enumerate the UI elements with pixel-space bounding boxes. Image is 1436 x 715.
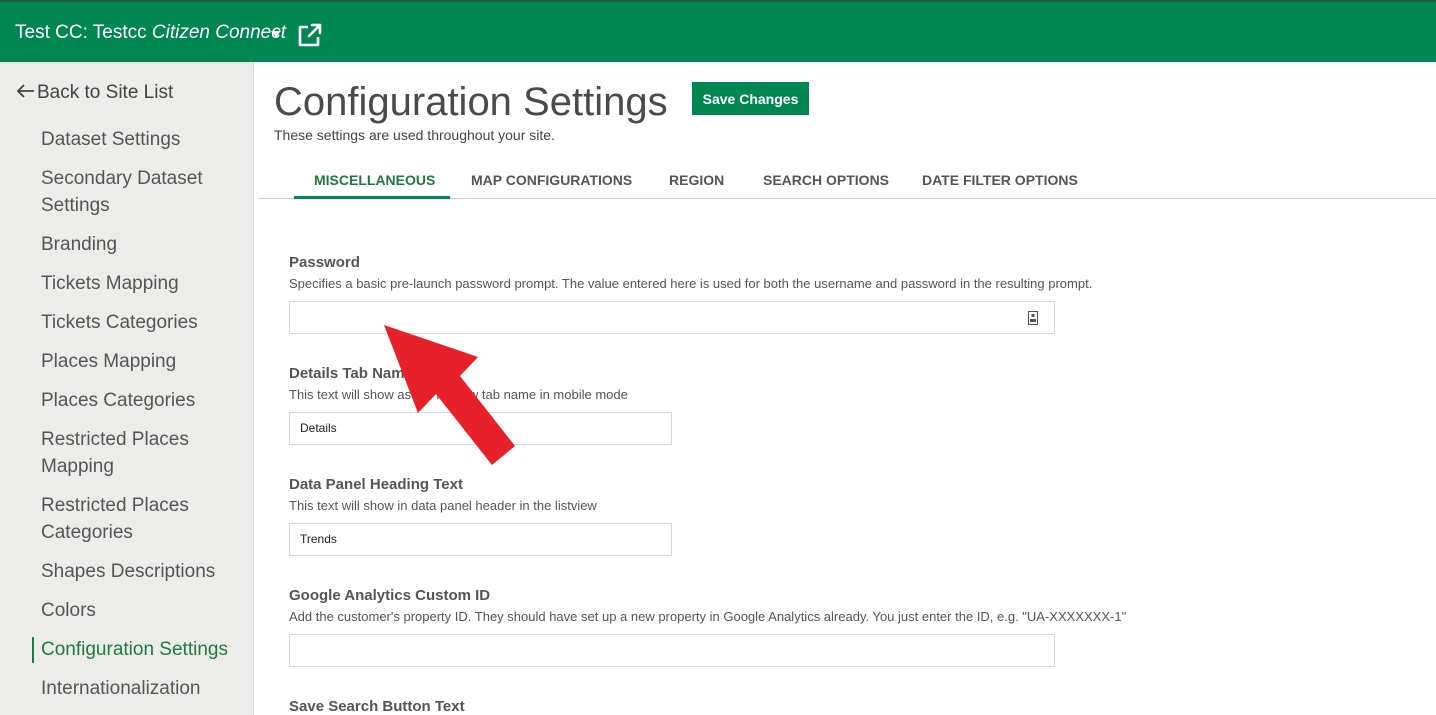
data-panel-heading-field[interactable]: Trends (289, 523, 672, 556)
sidebar-item-restricted-places-mapping[interactable]: Restricted Places Mapping (41, 426, 241, 480)
page-subtitle: These settings are used throughout your … (274, 127, 555, 143)
tab-map-configurations[interactable]: MAP CONFIGURATIONS (471, 172, 632, 188)
password-manager-icon[interactable] (1028, 311, 1038, 325)
sidebar-item-restricted-places-categories[interactable]: Restricted Places Categories (41, 492, 241, 546)
site-name: Citizen Connect (151, 22, 287, 43)
password-help: Specifies a basic pre-launch password pr… (289, 276, 1093, 291)
sidebar-item-places-categories[interactable]: Places Categories (41, 387, 241, 414)
main-content: Configuration Settings Save Changes Thes… (254, 62, 1436, 715)
sidebar-item-places-mapping[interactable]: Places Mapping (41, 348, 241, 375)
sidebar-item-colors[interactable]: Colors (41, 597, 241, 624)
sidebar-item-internationalization[interactable]: Internationalization (41, 675, 241, 702)
password-label: Password (289, 254, 360, 271)
tab-miscellaneous[interactable]: MISCELLANEOUS (314, 172, 435, 188)
save-search-button-text-label: Save Search Button Text (289, 698, 465, 715)
arrow-left-icon (16, 82, 37, 104)
sidebar-item-shapes-descriptions[interactable]: Shapes Descriptions (41, 558, 241, 585)
page-title: Configuration Settings (274, 80, 668, 124)
details-tab-field[interactable]: Details (289, 412, 672, 445)
back-to-site-list-link[interactable]: Back to Site List (16, 82, 174, 104)
active-indicator (32, 637, 34, 663)
google-analytics-field[interactable] (289, 634, 1055, 667)
caret-down-icon[interactable] (271, 31, 281, 37)
site-prefix: Test CC: Testcc (15, 22, 152, 43)
sidebar-item-tickets-categories[interactable]: Tickets Categories (41, 309, 241, 336)
details-tab-label: Details Tab Name (289, 365, 413, 382)
sidebar: Back to Site List Dataset Settings Secon… (0, 62, 254, 715)
google-analytics-label: Google Analytics Custom ID (289, 587, 491, 604)
sidebar-item-dataset-settings[interactable]: Dataset Settings (41, 126, 241, 153)
external-link-icon[interactable] (295, 22, 323, 50)
top-bar: Test CC: Testcc Citizen Connect (0, 0, 1436, 62)
active-tab-underline (294, 196, 450, 199)
sidebar-item-branding[interactable]: Branding (41, 231, 241, 258)
data-panel-heading-label: Data Panel Heading Text (289, 476, 463, 493)
save-changes-button[interactable]: Save Changes (692, 82, 809, 115)
tab-search-options[interactable]: SEARCH OPTIONS (763, 172, 889, 188)
sidebar-item-tickets-mapping[interactable]: Tickets Mapping (41, 270, 241, 297)
tab-region[interactable]: REGION (669, 172, 724, 188)
tab-bar: MISCELLANEOUS MAP CONFIGURATIONS REGION … (258, 160, 1436, 199)
data-panel-heading-help: This text will show in data panel header… (289, 498, 597, 513)
password-field[interactable] (289, 301, 1055, 334)
sidebar-item-configuration-settings[interactable]: Configuration Settings (41, 636, 241, 663)
tab-date-filter-options[interactable]: DATE FILTER OPTIONS (922, 172, 1078, 188)
site-selector[interactable]: Test CC: Testcc Citizen Connect (15, 22, 286, 44)
back-label: Back to Site List (37, 82, 174, 103)
google-analytics-help: Add the customer's property ID. They sho… (289, 609, 1127, 624)
details-tab-help: This text will show as the listview tab … (289, 387, 628, 402)
sidebar-item-secondary-dataset-settings[interactable]: Secondary Dataset Settings (41, 165, 241, 219)
